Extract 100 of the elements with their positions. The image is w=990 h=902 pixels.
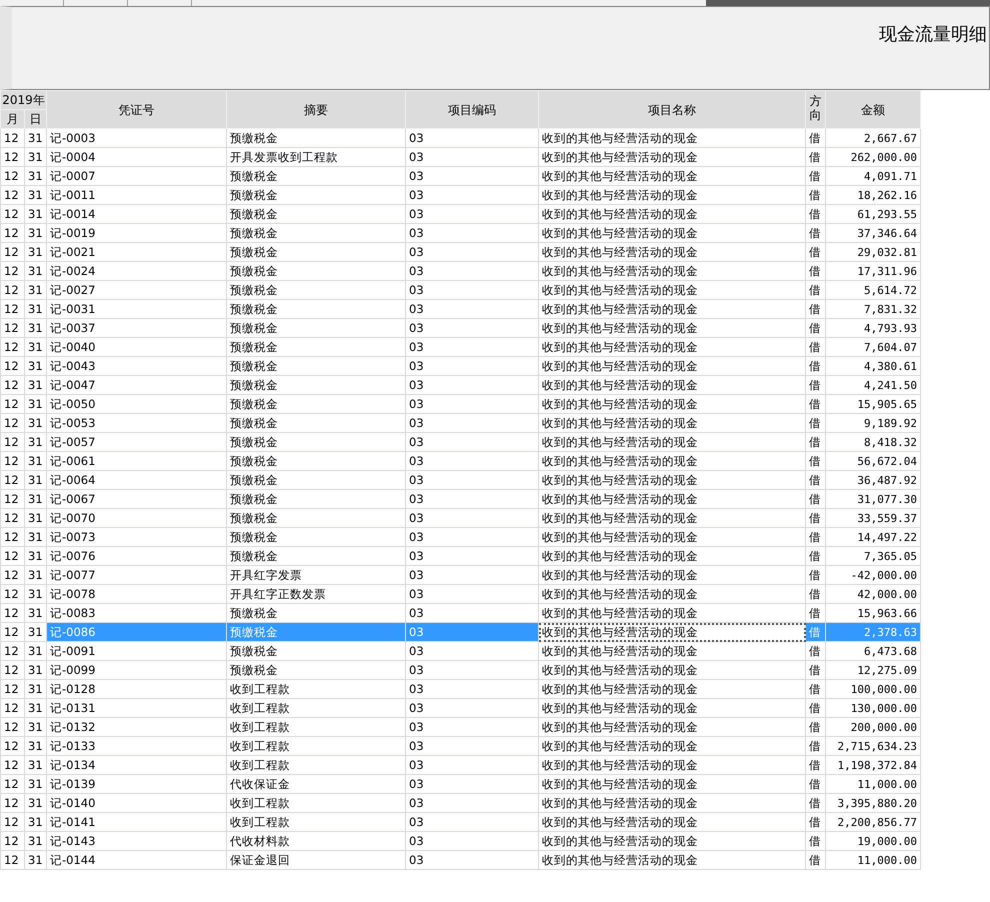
table-cell: 03 — [406, 452, 539, 470]
table-cell: 12 — [0, 242, 24, 262]
table-row[interactable]: 12 31 记-0004 开具发票收到工程款 03 收到的其他与经营活动的现金 借 262,000.00 — [0, 148, 921, 166]
table-cell: 记-0076 — [46, 546, 227, 566]
table-cell: 12 — [0, 262, 24, 280]
column-header: 项目名称 — [538, 90, 806, 128]
table-cell: 12 — [0, 680, 24, 698]
table-cell: 12 — [0, 850, 24, 870]
table-cell: 262,000.00 — [826, 148, 921, 166]
column-header: 金额 — [826, 90, 921, 128]
table-cell: 12 — [0, 128, 24, 148]
table-cell: 11,000.00 — [826, 774, 921, 794]
table-row[interactable]: 12 31 记-0061 预缴税金 03 收到的其他与经营活动的现金 借 56,672.04 — [0, 452, 921, 470]
table-cell: 100,000.00 — [826, 680, 921, 698]
table-cell: 收到的其他与经营活动的现金 — [538, 566, 806, 584]
table-row[interactable]: 12 31 记-0073 预缴税金 03 收到的其他与经营活动的现金 借 14,497.22 — [0, 528, 921, 546]
table-cell: 预缴税金 — [226, 204, 406, 224]
table-row[interactable]: 12 31 记-0003 预缴税金 03 收到的其他与经营活动的现金 借 2,667.67 — [0, 128, 921, 148]
table-cell: 收到的其他与经营活动的现金 — [538, 280, 806, 300]
table-cell: 收到的其他与经营活动的现金 — [538, 642, 806, 660]
table-row[interactable]: 12 31 记-0031 预缴税金 03 收到的其他与经营活动的现金 借 7,831.32 — [0, 300, 921, 318]
table-row[interactable]: 12 31 记-0067 预缴税金 03 收到的其他与经营活动的现金 借 31,077.30 — [0, 490, 921, 508]
table-cell: 收到的其他与经营活动的现金 — [538, 774, 806, 794]
table-cell: 31 — [24, 148, 47, 166]
table-cell: 记-0021 — [46, 242, 227, 262]
table-cell: 预缴税金 — [226, 242, 406, 262]
table-row[interactable]: 12 31 记-0099 预缴税金 03 收到的其他与经营活动的现金 借 12,275.09 — [0, 660, 921, 680]
table-row[interactable]: 12 31 记-0078 开具红字正数发票 03 收到的其他与经营活动的现金 借 42,000.00 — [0, 584, 921, 604]
table-cell: 12 — [0, 660, 24, 680]
table-cell: 收到的其他与经营活动的现金 — [538, 376, 806, 394]
table-cell: 03 — [406, 262, 539, 280]
table-cell: 预缴税金 — [226, 262, 406, 280]
report-title: 现金流量明细 — [879, 23, 987, 47]
table-row[interactable]: 12 31 记-0132 收到工程款 03 收到的其他与经营活动的现金 借 200,000.00 — [0, 718, 921, 736]
table-row[interactable]: 12 31 记-0077 开具红字发票 03 收到的其他与经营活动的现金 借 -42,000.00 — [0, 566, 921, 584]
table-cell: 31 — [24, 604, 47, 622]
table-row[interactable]: 12 31 记-0131 收到工程款 03 收到的其他与经营活动的现金 借 130,000.00 — [0, 698, 921, 718]
table-cell: 19,000.00 — [826, 832, 921, 850]
table-row[interactable]: 12 31 记-0007 预缴税金 03 收到的其他与经营活动的现金 借 4,091.71 — [0, 166, 921, 186]
table-cell: 收到的其他与经营活动的现金 — [538, 508, 806, 528]
table-row[interactable]: 12 31 记-0091 预缴税金 03 收到的其他与经营活动的现金 借 6,473.68 — [0, 642, 921, 660]
table-row[interactable]: 12 31 记-0053 预缴税金 03 收到的其他与经营活动的现金 借 9,189.92 — [0, 414, 921, 432]
table-row[interactable]: 12 31 记-0047 预缴税金 03 收到的其他与经营活动的现金 借 4,241.50 — [0, 376, 921, 394]
table-cell: 收到工程款 — [226, 736, 406, 756]
table-row[interactable]: 12 31 记-0064 预缴税金 03 收到的其他与经营活动的现金 借 36,487.92 — [0, 470, 921, 490]
table-row[interactable]: 12 31 记-0143 代收材料款 03 收到的其他与经营活动的现金 借 19,000.00 — [0, 832, 921, 850]
table-row[interactable]: 12 31 记-0040 预缴税金 03 收到的其他与经营活动的现金 借 7,604.07 — [0, 338, 921, 356]
table-cell: 12 — [0, 718, 24, 736]
table-cell: 预缴税金 — [226, 470, 406, 490]
table-row[interactable]: 12 31 记-0134 收到工程款 03 收到的其他与经营活动的现金 借 1,198,372.84 — [0, 756, 921, 774]
table-cell: 收到的其他与经营活动的现金 — [538, 850, 806, 870]
table-row[interactable]: 12 31 记-0133 收到工程款 03 收到的其他与经营活动的现金 借 2,715,634.23 — [0, 736, 921, 756]
table-cell: 18,262.16 — [826, 186, 921, 204]
table-row[interactable]: 12 31 记-0021 预缴税金 03 收到的其他与经营活动的现金 借 29,032.81 — [0, 242, 921, 262]
table-row[interactable]: 12 31 记-0140 收到工程款 03 收到的其他与经营活动的现金 借 3,395,880.20 — [0, 794, 921, 812]
table-cell: 代收材料款 — [226, 832, 406, 850]
table-cell: 预缴税金 — [226, 376, 406, 394]
table-cell: 12 — [0, 736, 24, 756]
table-row[interactable]: 12 31 记-0139 代收保证金 03 收到的其他与经营活动的现金 借 11,000.00 — [0, 774, 921, 794]
table-cell: 12 — [0, 452, 24, 470]
table-cell: 03 — [406, 338, 539, 356]
table-row[interactable]: 12 31 记-0027 预缴税金 03 收到的其他与经营活动的现金 借 5,614.72 — [0, 280, 921, 300]
table-cell: 31 — [24, 584, 47, 604]
table-cell: 11,000.00 — [826, 850, 921, 870]
table-row[interactable]: 12 31 记-0050 预缴税金 03 收到的其他与经营活动的现金 借 15,905.65 — [0, 394, 921, 414]
table-row[interactable]: 12 31 记-0076 预缴税金 03 收到的其他与经营活动的现金 借 7,365.05 — [0, 546, 921, 566]
table-cell: 12 — [0, 186, 24, 204]
table-row[interactable]: 12 31 记-0024 预缴税金 03 收到的其他与经营活动的现金 借 17,311.96 — [0, 262, 921, 280]
table-cell: 12 — [0, 338, 24, 356]
table-row[interactable]: 12 31 记-0043 预缴税金 03 收到的其他与经营活动的现金 借 4,380.61 — [0, 356, 921, 376]
table-cell: 1,198,372.84 — [826, 756, 921, 774]
table-row[interactable]: 12 31 记-0019 预缴税金 03 收到的其他与经营活动的现金 借 37,346.64 — [0, 224, 921, 242]
table-cell: 36,487.92 — [826, 470, 921, 490]
table-cell: 借 — [806, 452, 826, 470]
table-cell: 预缴税金 — [226, 128, 406, 148]
table-cell: 记-0077 — [46, 566, 227, 584]
table-row[interactable]: 12 31 记-0057 预缴税金 03 收到的其他与经营活动的现金 借 8,418.32 — [0, 432, 921, 452]
table-cell: 记-0144 — [46, 850, 227, 870]
table-row[interactable]: 12 31 记-0037 预缴税金 03 收到的其他与经营活动的现金 借 4,793.93 — [0, 318, 921, 338]
table-cell: 借 — [806, 508, 826, 528]
table-row[interactable]: 12 31 记-0011 预缴税金 03 收到的其他与经营活动的现金 借 18,262.16 — [0, 186, 921, 204]
table-cell: 03 — [406, 642, 539, 660]
table-row[interactable]: 12 31 记-0086 预缴税金 03 收到的其他与经营活动的现金 借 2,378.63 — [0, 622, 921, 642]
table-row[interactable]: 12 31 记-0141 收到工程款 03 收到的其他与经营活动的现金 借 2,200,856.77 — [0, 812, 921, 832]
table-cell: 4,241.50 — [826, 376, 921, 394]
table-row[interactable]: 12 31 记-0070 预缴税金 03 收到的其他与经营活动的现金 借 33,559.37 — [0, 508, 921, 528]
column-header: 日 — [24, 110, 47, 128]
table-cell: 预缴税金 — [226, 528, 406, 546]
table-row[interactable]: 12 31 记-0014 预缴税金 03 收到的其他与经营活动的现金 借 61,293.55 — [0, 204, 921, 224]
table-cell: 预缴税金 — [226, 622, 406, 642]
table-cell: 借 — [806, 470, 826, 490]
table-cell: 收到的其他与经营活动的现金 — [538, 756, 806, 774]
table-cell: 开具发票收到工程款 — [226, 148, 406, 166]
table-cell: 03 — [406, 794, 539, 812]
table-cell: 31 — [24, 452, 47, 470]
table-cell: 收到的其他与经营活动的现金 — [538, 812, 806, 832]
table-cell: 12 — [0, 642, 24, 660]
table-cell: 03 — [406, 394, 539, 414]
table-row[interactable]: 12 31 记-0144 保证金退回 03 收到的其他与经营活动的现金 借 11,000.00 — [0, 850, 921, 870]
table-row[interactable]: 12 31 记-0128 收到工程款 03 收到的其他与经营活动的现金 借 100,000.00 — [0, 680, 921, 698]
